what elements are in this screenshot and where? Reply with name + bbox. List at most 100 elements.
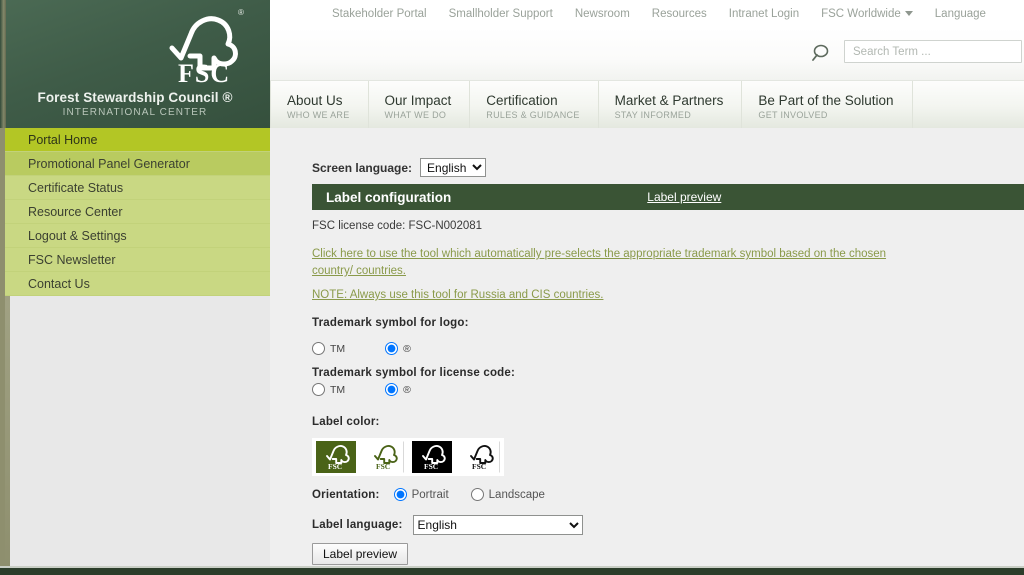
magnifier-icon[interactable] — [810, 42, 832, 64]
topnav-label: Language — [934, 8, 986, 20]
screen-language-row: Screen language: English — [312, 158, 487, 177]
label-preview-link[interactable]: Label preview — [647, 190, 721, 204]
label-language-select[interactable]: English — [412, 515, 583, 535]
sidebar-item-promotional-panel-generator[interactable]: Promotional Panel Generator — [5, 152, 270, 176]
sidebar-item-label: Logout & Settings — [28, 229, 127, 243]
label-color-swatch-black-background[interactable]: FSC — [412, 441, 452, 473]
nav-subtitle: WHAT WE DO — [384, 110, 447, 120]
search-row — [270, 28, 1024, 80]
radio-label: Portrait — [411, 488, 449, 501]
sidebar-item-label: Promotional Panel Generator — [28, 157, 190, 171]
trademark-logo-radio-group: TM ® — [312, 342, 451, 355]
svg-text:FSC: FSC — [472, 462, 486, 470]
radio-label: ® — [403, 383, 411, 396]
screen-language-label: Screen language: — [312, 160, 413, 175]
topnav-item-smallholder-support[interactable]: Smallholder Support — [449, 8, 553, 20]
orientation-radio-landscape[interactable] — [470, 488, 484, 501]
topnav-label: Resources — [651, 8, 707, 20]
nav-title: Market & Partners — [614, 93, 724, 108]
label-color-swatch-white-background-black[interactable]: FSC — [460, 441, 500, 473]
sidebar-item-fsc-newsletter[interactable]: FSC Newsletter — [5, 248, 270, 272]
topnav-label: Newsroom — [574, 8, 630, 20]
orientation-option-landscape[interactable]: Landscape — [470, 488, 545, 501]
trademark-license-radio-registered[interactable] — [385, 383, 399, 396]
trademark-logo-option-registered[interactable]: ® — [385, 342, 411, 355]
topnav-label: Stakeholder Portal — [332, 8, 427, 20]
fsc-tree-checkmark-logo: FSC — [150, 6, 254, 86]
topnav-item-newsroom[interactable]: Newsroom — [575, 8, 630, 20]
footer-strip — [0, 568, 1024, 575]
brand-name: Forest Stewardship Council ® — [37, 90, 233, 105]
orientation-option-portrait[interactable]: Portrait — [393, 488, 449, 501]
page-root: FSC ® Forest Stewardship Council ® INTER… — [0, 0, 1024, 575]
topnav-item-resources[interactable]: Resources — [652, 8, 707, 20]
nav-item-be-part-of-the-solution[interactable]: Be Part of the Solution GET INVOLVED — [742, 81, 913, 128]
top-utility-nav: Stakeholder Portal Smallholder Support N… — [270, 0, 1024, 28]
sidebar-item-label: Certificate Status — [28, 181, 124, 195]
label-color-swatches: FSC FSC FSC FSC — [312, 438, 504, 476]
sidebar-item-label: Resource Center — [28, 205, 123, 219]
search-input[interactable] — [844, 40, 1022, 63]
topnav-item-language[interactable]: Language — [935, 8, 986, 20]
topnav-item-fsc-worldwide[interactable]: FSC Worldwide — [821, 8, 913, 20]
main-content: Screen language: English Label configura… — [270, 128, 1024, 568]
nav-item-certification[interactable]: Certification RULES & GUIDANCE — [470, 81, 599, 128]
svg-text:FSC: FSC — [424, 462, 438, 470]
nav-subtitle: RULES & GUIDANCE — [486, 110, 580, 120]
sidebar-item-portal-home[interactable]: Portal Home — [5, 128, 270, 152]
chevron-down-icon — [904, 11, 913, 17]
svg-text:FSC: FSC — [328, 462, 342, 470]
label-color-swatch-white-background-green[interactable]: FSC — [364, 441, 404, 473]
radio-label: TM — [330, 383, 346, 396]
label-language-row: Label language: English — [312, 515, 583, 535]
label-preview-button[interactable]: Label preview — [312, 543, 409, 565]
trademark-logo-option-tm[interactable]: TM — [312, 342, 345, 355]
topnav-item-stakeholder-portal[interactable]: Stakeholder Portal — [332, 8, 427, 20]
label-color-label: Label color: — [312, 416, 380, 428]
svg-text:FSC: FSC — [376, 462, 390, 470]
screen-language-select[interactable]: English — [420, 158, 487, 177]
sidebar-item-certificate-status[interactable]: Certificate Status — [5, 176, 270, 200]
nav-item-about-us[interactable]: About Us WHO WE ARE — [270, 81, 369, 128]
brand-subtitle: INTERNATIONAL CENTER — [62, 107, 208, 118]
trademark-license-label: Trademark symbol for license code: — [312, 367, 516, 379]
topnav-label: FSC Worldwide — [821, 8, 901, 20]
brand-header: FSC ® Forest Stewardship Council ® INTER… — [0, 0, 270, 128]
radio-label: ® — [403, 342, 411, 355]
trademark-license-radio-group: TM ® — [312, 383, 451, 396]
license-code-text: FSC license code: FSC-N002081 — [312, 220, 483, 232]
topnav-item-intranet-login[interactable]: Intranet Login — [729, 8, 799, 20]
sidebar-item-label: Portal Home — [28, 133, 98, 147]
sidebar-item-label: Contact Us — [28, 277, 90, 291]
nav-title: Certification — [486, 93, 558, 108]
nav-subtitle: STAY INFORMED — [614, 110, 692, 120]
main-nav: About Us WHO WE ARE Our Impact WHAT WE D… — [270, 80, 1024, 128]
sidebar: Portal Home Promotional Panel Generator … — [0, 128, 270, 568]
svg-text:FSC: FSC — [178, 59, 230, 86]
nav-item-our-impact[interactable]: Our Impact WHAT WE DO — [369, 81, 471, 128]
sidebar-item-label: FSC Newsletter — [28, 253, 116, 267]
orientation-label: Orientation: — [312, 488, 380, 501]
trademark-logo-label: Trademark symbol for logo: — [312, 317, 469, 329]
sidebar-item-resource-center[interactable]: Resource Center — [5, 200, 270, 224]
trademark-logo-radio-tm[interactable] — [312, 342, 325, 355]
radio-label: TM — [330, 342, 346, 355]
trademark-logo-radio-registered[interactable] — [385, 342, 399, 355]
nav-item-market-partners[interactable]: Market & Partners STAY INFORMED — [599, 81, 743, 128]
topnav-label: Intranet Login — [728, 8, 800, 20]
trademark-license-option-tm[interactable]: TM — [312, 383, 345, 396]
sidebar-item-contact-us[interactable]: Contact Us — [5, 272, 270, 296]
label-color-swatch-green-background[interactable]: FSC — [316, 441, 356, 473]
radio-label: Landscape — [488, 488, 545, 501]
label-language-label: Label language: — [312, 519, 403, 531]
nav-title: Be Part of the Solution — [758, 93, 894, 108]
trademark-license-option-registered[interactable]: ® — [385, 383, 411, 396]
sidebar-item-logout-settings[interactable]: Logout & Settings — [5, 224, 270, 248]
topnav-label: Smallholder Support — [448, 8, 553, 20]
trademark-license-radio-tm[interactable] — [312, 383, 325, 396]
russia-cis-note-link[interactable]: NOTE: Always use this tool for Russia an… — [312, 289, 603, 301]
orientation-radio-portrait[interactable] — [393, 488, 407, 501]
nav-title: Our Impact — [384, 93, 452, 108]
orientation-row: Orientation: Portrait Landscape — [312, 488, 567, 501]
trademark-tool-link[interactable]: Click here to use the tool which automat… — [312, 246, 912, 280]
